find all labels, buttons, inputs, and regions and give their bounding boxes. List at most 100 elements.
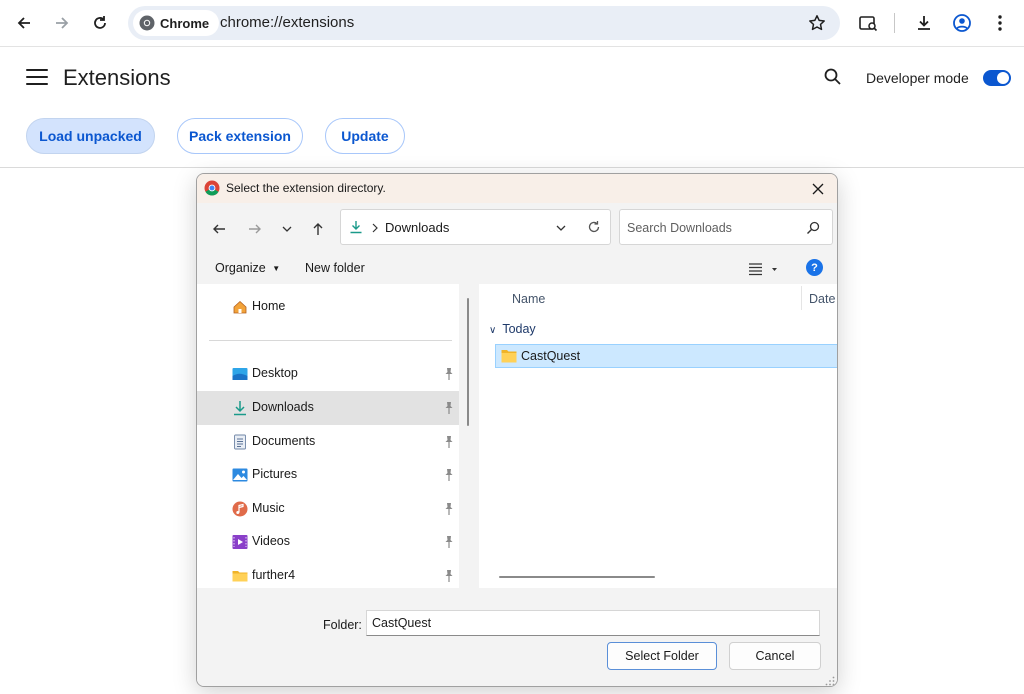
profile-button[interactable] bbox=[950, 11, 974, 35]
column-divider[interactable] bbox=[801, 286, 802, 310]
search-placeholder: Search Downloads bbox=[627, 221, 732, 235]
back-arrow-icon bbox=[17, 17, 30, 29]
pin-icon bbox=[445, 368, 453, 380]
forward-button[interactable] bbox=[50, 11, 74, 35]
chevron-down-icon[interactable] bbox=[555, 222, 567, 234]
pack-extension-button[interactable]: Pack extension bbox=[177, 118, 303, 154]
more-vert-icon bbox=[998, 15, 1002, 31]
recent-locations-button[interactable] bbox=[277, 219, 297, 239]
menu-line bbox=[26, 76, 48, 78]
pin-icon bbox=[445, 536, 453, 548]
folder-name-value: CastQuest bbox=[372, 616, 432, 630]
tab-search-icon bbox=[859, 16, 878, 32]
column-header-date[interactable]: Date bbox=[809, 292, 835, 306]
videos-icon bbox=[232, 535, 248, 549]
nav-label-further4: further4 bbox=[252, 568, 296, 582]
menu-line bbox=[26, 69, 48, 71]
dialog-close-button[interactable] bbox=[805, 176, 831, 202]
nav-item-documents[interactable]: Documents bbox=[197, 425, 459, 459]
search-icon bbox=[824, 68, 841, 85]
browser-menu-button[interactable] bbox=[988, 11, 1012, 35]
nav-item-desktop[interactable]: Desktop bbox=[197, 357, 459, 391]
menu-line bbox=[26, 83, 48, 85]
chevron-down-icon: ∨ bbox=[489, 325, 497, 336]
file-row-castquest[interactable]: CastQuest bbox=[495, 344, 837, 368]
load-unpacked-button[interactable]: Load unpacked bbox=[26, 118, 155, 154]
dialog-back-button[interactable] bbox=[209, 219, 229, 239]
dialog-search-input[interactable]: Search Downloads bbox=[619, 209, 833, 245]
navigation-scrollbar[interactable] bbox=[467, 298, 469, 426]
developer-mode-toggle[interactable] bbox=[983, 70, 1011, 86]
nav-item-pictures[interactable]: Pictures bbox=[197, 458, 459, 492]
file-name: CastQuest bbox=[521, 349, 581, 363]
page-title: Extensions bbox=[63, 65, 171, 90]
downloads-button[interactable] bbox=[912, 11, 936, 35]
forward-arrow-icon bbox=[249, 224, 261, 234]
breadcrumb-chevron-icon bbox=[372, 223, 378, 233]
nav-item-downloads[interactable]: Downloads bbox=[197, 391, 459, 425]
folder-name-input[interactable]: CastQuest bbox=[366, 610, 820, 636]
browser-toolbar: Chrome chrome://extensions bbox=[0, 0, 1024, 47]
chevron-down-icon bbox=[282, 226, 292, 232]
music-icon bbox=[232, 501, 248, 517]
home-icon bbox=[233, 300, 247, 314]
search-extensions-button[interactable] bbox=[823, 67, 845, 89]
group-header-today[interactable]: ∨ Today bbox=[489, 322, 536, 336]
update-button[interactable]: Update bbox=[325, 118, 405, 154]
dialog-navigation-bar: Downloads Search Downloads bbox=[197, 204, 837, 254]
back-button[interactable] bbox=[12, 11, 36, 35]
reload-button[interactable] bbox=[88, 11, 112, 35]
column-header-name[interactable]: Name bbox=[512, 292, 545, 306]
main-menu-button[interactable] bbox=[26, 69, 48, 87]
nav-divider bbox=[209, 340, 452, 341]
organize-menu[interactable]: Organize ▼ bbox=[215, 261, 280, 275]
pin-icon bbox=[445, 570, 453, 582]
view-list-icon bbox=[749, 263, 777, 276]
refresh-icon[interactable] bbox=[587, 220, 601, 234]
file-list-scrollbar[interactable] bbox=[499, 576, 655, 578]
dialog-footer: Folder: CastQuest Select Folder Cancel bbox=[197, 588, 837, 686]
omnibox[interactable]: Chrome chrome://extensions bbox=[128, 6, 840, 40]
url-text[interactable]: chrome://extensions bbox=[220, 14, 354, 31]
breadcrumb-downloads[interactable]: Downloads bbox=[385, 220, 449, 235]
cancel-button[interactable]: Cancel bbox=[729, 642, 821, 670]
pin-icon bbox=[445, 436, 453, 448]
up-arrow-icon bbox=[313, 223, 323, 235]
nav-label-downloads: Downloads bbox=[252, 400, 314, 414]
up-folder-button[interactable] bbox=[308, 219, 328, 239]
nav-item-home[interactable]: Home bbox=[197, 290, 459, 324]
new-folder-button[interactable]: New folder bbox=[305, 261, 365, 275]
pictures-icon bbox=[232, 468, 248, 482]
dropdown-caret-icon: ▼ bbox=[272, 264, 281, 274]
forward-arrow-icon bbox=[56, 17, 69, 29]
toolbar-divider bbox=[894, 13, 895, 33]
pin-icon bbox=[445, 402, 453, 414]
group-label: Today bbox=[502, 322, 536, 336]
extensions-header: Extensions Developer mode Load unpacked … bbox=[0, 47, 1024, 168]
nav-label-pictures: Pictures bbox=[252, 467, 298, 481]
nav-label-documents: Documents bbox=[252, 434, 316, 448]
pin-icon bbox=[445, 469, 453, 481]
address-bar[interactable]: Downloads bbox=[340, 209, 611, 245]
bookmark-star-button[interactable] bbox=[806, 12, 828, 34]
nav-item-videos[interactable]: Videos bbox=[197, 525, 459, 559]
file-list: Name Date ∨ Today CastQuest bbox=[479, 284, 837, 588]
search-icon bbox=[807, 221, 820, 234]
chrome-logo-icon bbox=[139, 15, 155, 31]
nav-label-desktop: Desktop bbox=[252, 366, 298, 380]
view-options-button[interactable] bbox=[748, 262, 778, 276]
navigation-pane: Home Desktop Downloads Documents Picture… bbox=[197, 284, 459, 588]
dialog-forward-button[interactable] bbox=[245, 219, 265, 239]
folder-icon bbox=[501, 350, 517, 363]
nav-label-music: Music bbox=[252, 501, 285, 515]
documents-icon bbox=[234, 434, 246, 450]
site-info-chip[interactable]: Chrome bbox=[133, 10, 220, 36]
folder-label: Folder: bbox=[323, 618, 362, 632]
select-folder-button[interactable]: Select Folder bbox=[607, 642, 717, 670]
nav-item-music[interactable]: Music bbox=[197, 492, 459, 526]
help-button[interactable]: ? bbox=[806, 259, 823, 276]
close-icon bbox=[812, 183, 824, 195]
search-tabs-button[interactable] bbox=[856, 11, 880, 35]
desktop-icon bbox=[232, 368, 248, 380]
resize-grip-icon[interactable] bbox=[825, 676, 835, 686]
